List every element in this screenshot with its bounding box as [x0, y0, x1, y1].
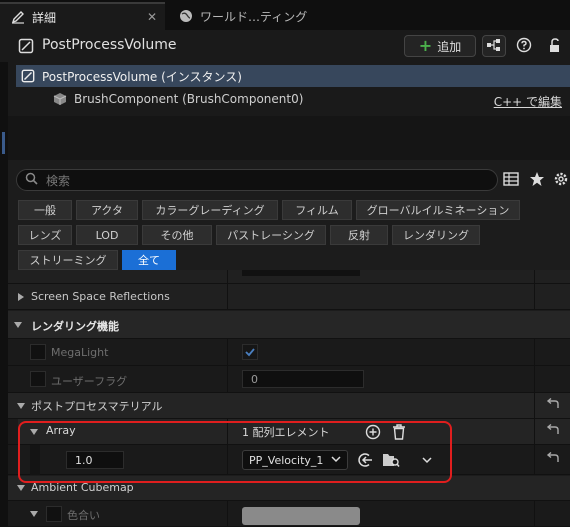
folder-search-icon [383, 454, 400, 467]
actor-icon [18, 38, 34, 54]
favorites-button[interactable] [528, 171, 546, 189]
help-button[interactable] [512, 35, 536, 57]
left-edge-strip [0, 62, 8, 527]
collapse-arrow-icon[interactable] [17, 403, 25, 409]
tint-color-swatch[interactable] [242, 507, 360, 525]
property-megalight: MegaLight [8, 339, 570, 366]
tint-override-checkbox[interactable] [46, 506, 62, 522]
filter-global-illumination[interactable]: グローバルイルミネーション [356, 200, 520, 220]
table-view-button[interactable] [502, 171, 520, 189]
material-select-value: PP_Velocity_1 [249, 453, 324, 467]
close-tab-icon[interactable]: ✕ [147, 10, 157, 24]
array-element-0: 1.0 PP_Velocity_1 [8, 445, 570, 475]
add-component-button[interactable]: + 追加 [404, 35, 476, 57]
cube-icon [52, 91, 68, 107]
filter-film[interactable]: フィルム [282, 200, 352, 220]
tree-item-root-label: PostProcessVolume (インスタンス) [42, 69, 242, 84]
property-grid: Screen Space Reflections レンダリング機能 MegaLi… [8, 258, 570, 527]
property-post-process-materials[interactable]: ポストプロセスマテリアル [8, 393, 570, 419]
collapse-arrow-icon[interactable] [17, 485, 25, 491]
star-icon [529, 171, 545, 190]
table-icon [503, 171, 519, 189]
filter-actor[interactable]: アクタ [76, 200, 138, 220]
rendering-features-label: レンダリング機能 [31, 320, 119, 333]
lock-button[interactable] [542, 35, 566, 57]
blueprint-button[interactable] [482, 35, 506, 57]
post-process-materials-label: ポストプロセスマテリアル [31, 400, 163, 413]
reset-arrow-icon[interactable] [546, 451, 560, 467]
chevron-down-icon [422, 457, 432, 464]
tree-item-root[interactable]: PostProcessVolume (インスタンス) [16, 65, 570, 87]
partial-row [8, 270, 570, 284]
tab-world-settings[interactable]: ワールド…ティング [168, 2, 318, 30]
filter-reflections[interactable]: 反射 [330, 225, 388, 245]
use-selected-arrow-icon [358, 453, 372, 467]
tab-bar: 詳細 ✕ ワールド…ティング [0, 0, 570, 30]
tab-details[interactable]: 詳細 ✕ [0, 2, 165, 30]
property-array[interactable]: Array 1 配列エレメント [8, 419, 570, 445]
material-select[interactable]: PP_Velocity_1 [242, 450, 348, 470]
gear-icon [553, 171, 569, 190]
filter-general[interactable]: 一般 [18, 200, 72, 220]
more-options-button[interactable] [418, 451, 436, 469]
reset-arrow-icon[interactable] [546, 397, 560, 413]
element-weight-input[interactable]: 1.0 [66, 451, 124, 469]
settings-button[interactable] [552, 171, 570, 189]
search-input[interactable]: 検索 [16, 169, 498, 191]
ambient-cubemap-label: Ambient Cubemap [31, 481, 134, 494]
chevron-down-icon [331, 454, 341, 467]
expand-arrow-icon[interactable] [30, 511, 38, 517]
add-button-label: 追加 [437, 39, 462, 54]
help-icon [516, 37, 532, 56]
tree-item-brush-label: BrushComponent (BrushComponent0) [74, 92, 304, 106]
filter-misc[interactable]: その他 [142, 225, 212, 245]
component-tree: PostProcessVolume (インスタンス) BrushComponen… [8, 62, 570, 116]
trash-icon [393, 424, 405, 440]
array-count: 1 配列エレメント [242, 426, 330, 439]
filter-path-tracing[interactable]: パストレーシング [216, 225, 326, 245]
array-label: Array [46, 424, 76, 437]
megalight-override-checkbox[interactable] [30, 344, 46, 360]
add-element-button[interactable] [364, 423, 382, 441]
edit-in-cpp-link[interactable]: C++ で編集 [494, 93, 562, 110]
property-user-flag: ユーザーフラグ 0 [8, 366, 570, 393]
user-flag-override-checkbox[interactable] [30, 371, 46, 387]
details-header: PostProcessVolume + 追加 [0, 30, 570, 62]
actor-icon [20, 68, 36, 84]
megalight-label: MegaLight [51, 346, 109, 359]
browse-asset-button[interactable] [382, 451, 400, 469]
actor-title: PostProcessVolume [42, 37, 177, 53]
lock-icon [546, 37, 562, 56]
filter-lod[interactable]: LOD [76, 225, 138, 245]
clear-array-button[interactable] [390, 423, 408, 441]
category-rendering-features[interactable]: レンダリング機能 [8, 311, 570, 339]
checkmark-icon [245, 348, 255, 357]
megalight-value-checkbox[interactable] [242, 344, 258, 360]
collapse-arrow-icon[interactable] [30, 429, 38, 435]
tab-details-label: 詳細 [32, 10, 57, 25]
add-circle-icon [365, 424, 381, 440]
user-flag-input[interactable]: 0 [242, 370, 364, 388]
plus-icon: + [418, 36, 433, 55]
collapse-arrow-icon[interactable] [14, 322, 22, 328]
expand-arrow-icon[interactable] [18, 293, 24, 301]
category-screen-space-reflections[interactable]: Screen Space Reflections [8, 284, 570, 310]
filter-rendering[interactable]: レンダリング [392, 225, 480, 245]
tab-world-settings-label: ワールド…ティング [200, 9, 308, 24]
category-ambient-cubemap[interactable]: Ambient Cubemap [8, 476, 570, 501]
use-selected-asset-button[interactable] [356, 451, 374, 469]
filter-color-grading[interactable]: カラーグレーディング [142, 200, 278, 220]
tree-item-brush-component[interactable]: BrushComponent (BrushComponent0) [16, 88, 570, 110]
reset-arrow-icon[interactable] [546, 423, 560, 439]
filter-lens[interactable]: レンズ [18, 225, 72, 245]
ssr-label: Screen Space Reflections [31, 290, 170, 303]
tint-label: 色合い [67, 509, 100, 522]
blueprint-icon [486, 38, 502, 55]
pencil-icon [10, 9, 26, 25]
user-flag-label: ユーザーフラグ [51, 375, 128, 388]
globe-icon [178, 8, 194, 24]
search-icon [25, 172, 38, 188]
property-tint: 色合い [8, 501, 570, 527]
search-placeholder: 検索 [46, 173, 71, 188]
